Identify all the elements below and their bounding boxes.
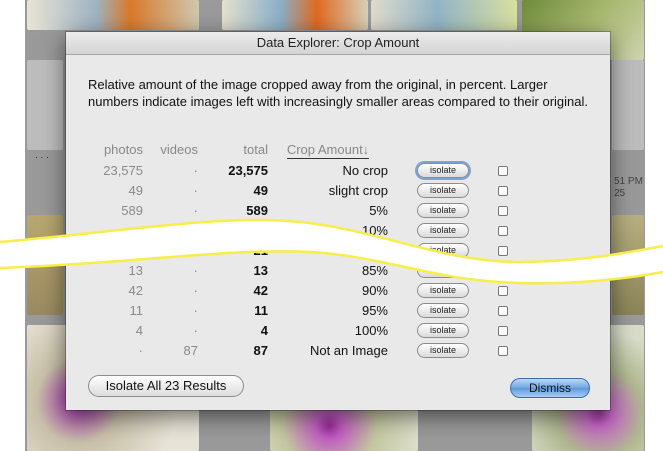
cell-videos: · — [193, 242, 198, 258]
column-header-crop-amount[interactable]: Crop Amount↓ — [268, 138, 388, 160]
table-row: 589 · 589 5% isolate — [88, 200, 518, 220]
background-dots: . . . — [35, 150, 49, 161]
photo-thumbnail[interactable] — [222, 0, 368, 30]
table-row: 42 · 42 90% isolate — [88, 280, 518, 300]
isolate-button[interactable]: isolate — [417, 343, 469, 359]
cell-total: 11 — [254, 302, 268, 318]
cell-videos: 87 — [183, 342, 198, 358]
column-header-total[interactable]: total — [198, 138, 268, 160]
row-checkbox[interactable] — [498, 326, 508, 337]
cell-crop-amount: 5% — [369, 202, 388, 218]
cell-total: 23,575 — [228, 162, 268, 178]
cell-photos: 23,575 — [103, 162, 143, 178]
cell-crop-amount — [268, 240, 388, 260]
isolate-button[interactable]: isolate — [417, 203, 469, 219]
isolate-button[interactable]: isolate — [417, 263, 469, 279]
column-header-photos[interactable]: photos — [88, 138, 143, 160]
cell-total: 13 — [253, 262, 268, 278]
cell-photos: 13 — [128, 262, 143, 278]
isolate-button[interactable]: isolate — [417, 243, 469, 259]
row-checkbox[interactable] — [498, 246, 508, 257]
table-header-row: photos videos total Crop Amount↓ — [88, 138, 518, 160]
photo-thumbnail[interactable] — [371, 0, 517, 30]
data-explorer-dialog: Data Explorer: Crop Amount Relative amou… — [66, 32, 610, 410]
row-checkbox[interactable] — [498, 186, 508, 197]
row-checkbox[interactable] — [498, 286, 508, 297]
cell-photos: 42 — [128, 282, 143, 298]
cell-videos: · — [193, 302, 198, 318]
cell-crop-amount: slight crop — [328, 182, 388, 198]
cell-photos: 11 — [129, 302, 144, 318]
cell-videos: · — [193, 162, 198, 178]
cell-total: 49 — [253, 182, 268, 198]
isolate-button[interactable]: isolate — [417, 183, 469, 199]
table-row: 49 · 49 slight crop isolate — [88, 180, 518, 200]
table-row: 4 · 4 100% isolate — [88, 320, 518, 340]
row-checkbox[interactable] — [498, 206, 508, 217]
table-row: 13 · 13 85% isolate — [88, 260, 518, 280]
isolate-button[interactable]: isolate — [417, 303, 469, 319]
dialog-title: Data Explorer: Crop Amount — [66, 32, 610, 55]
cell-crop-amount: 90% — [361, 282, 388, 298]
cell-crop-amount: 85% — [361, 262, 388, 278]
cell-total: 42 — [253, 282, 268, 298]
row-checkbox[interactable] — [498, 346, 508, 357]
background-time: 51 PM — [614, 176, 643, 187]
row-checkbox[interactable] — [498, 306, 508, 317]
column-header-videos[interactable]: videos — [143, 138, 198, 160]
column-header-isolate — [388, 138, 498, 160]
column-header-select — [498, 138, 518, 160]
isolate-button[interactable]: isolate — [417, 323, 469, 339]
cell-crop-amount: Not an Image — [309, 342, 388, 358]
table-row: 10% isolate — [88, 220, 518, 240]
cell-crop-amount: 10% — [361, 222, 388, 238]
table-row: 11 · 11 95% isolate — [88, 300, 518, 320]
cell-videos: · — [193, 322, 198, 338]
cell-photos: 589 — [121, 202, 143, 218]
photo-thumbnail[interactable] — [27, 60, 63, 150]
photo-thumbnail[interactable] — [27, 0, 199, 30]
cell-photos: 4 — [135, 322, 143, 338]
photo-thumbnail[interactable] — [612, 215, 644, 315]
dialog-description: Relative amount of the image cropped awa… — [88, 77, 589, 109]
photo-thumbnail[interactable] — [612, 60, 644, 150]
isolate-button[interactable]: isolate — [417, 163, 469, 179]
cell-total: 87 — [253, 342, 268, 358]
cell-total: 21 — [253, 242, 268, 258]
dismiss-button[interactable]: Dismiss — [510, 378, 590, 398]
cell-videos: · — [193, 202, 198, 218]
crop-amount-table: photos videos total Crop Amount↓ 23,575 … — [88, 138, 518, 360]
row-checkbox[interactable] — [498, 166, 508, 177]
cell-crop-amount: 95% — [361, 302, 388, 318]
table-row: · 87 87 Not an Image isolate — [88, 340, 518, 360]
cell-videos — [143, 220, 198, 240]
row-checkbox[interactable] — [498, 226, 508, 237]
cell-photos: 21 — [128, 242, 143, 258]
crop-amount-sort-label[interactable]: Crop Amount↓ — [286, 141, 370, 159]
cell-total: 589 — [246, 202, 268, 218]
cell-videos: · — [193, 262, 198, 278]
cell-crop-amount: No crop — [342, 162, 388, 178]
table-row: 21 · 21 isolate — [88, 240, 518, 260]
photo-thumbnail[interactable] — [27, 215, 63, 315]
background-time-sub: 25 — [614, 188, 626, 199]
isolate-all-button[interactable]: Isolate All 23 Results — [88, 375, 244, 397]
cell-crop-amount: 100% — [354, 322, 388, 338]
cell-photos: · — [138, 342, 143, 358]
cell-photos: 49 — [128, 182, 143, 198]
cell-videos: · — [193, 182, 198, 198]
cell-total — [198, 220, 268, 240]
cell-total: 4 — [260, 322, 268, 338]
cell-photos — [88, 220, 143, 240]
isolate-button[interactable]: isolate — [417, 223, 469, 239]
cell-videos: · — [193, 282, 198, 298]
row-checkbox[interactable] — [498, 266, 508, 277]
isolate-button[interactable]: isolate — [417, 283, 469, 299]
table-row: 23,575 · 23,575 No crop isolate — [88, 160, 518, 180]
